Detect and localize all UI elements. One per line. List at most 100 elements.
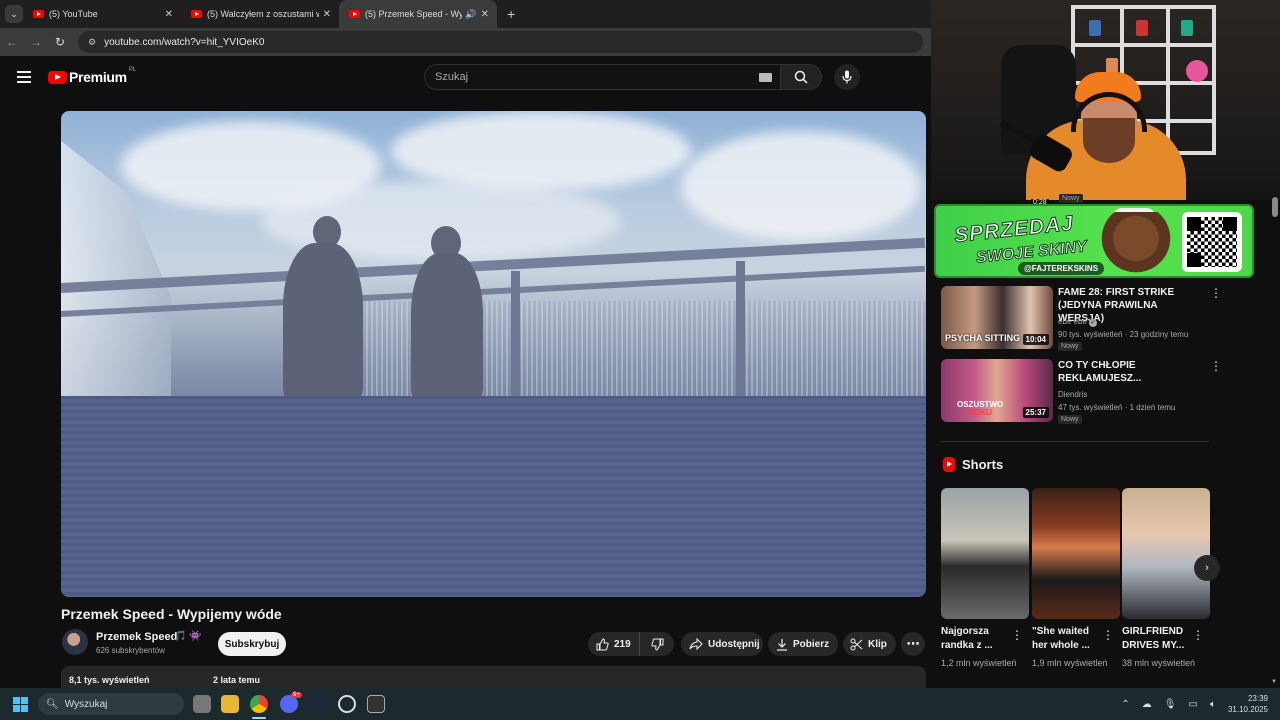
taskbar-search[interactable]: 🔍︎ Wyszukaj — [38, 693, 184, 715]
short-title[interactable]: "She waited her whole ... — [1032, 625, 1102, 653]
system-tray: ⌃ ☁ 🎙︎ ▭ 🔈︎ 23:39 31.10.2025 — [1121, 688, 1280, 720]
search-button[interactable] — [781, 64, 822, 90]
upload-date: 2 lata temu — [213, 675, 261, 685]
short-thumbnail[interactable] — [941, 488, 1029, 619]
video-title[interactable]: CO TY CHŁOPIE REKLAMUJESZ... — [1058, 359, 1198, 385]
system-clock[interactable]: 23:39 31.10.2025 — [1228, 693, 1280, 715]
taskbar-search-label: Wyszukaj — [64, 698, 108, 710]
page-scrollbar[interactable] — [1272, 197, 1278, 217]
sponsor-banner[interactable]: SPRZEDAJ SWOJE SKINY @FAJTEREKSKINS — [934, 204, 1254, 278]
railing-panel — [301, 301, 926, 396]
cloud — [391, 111, 691, 191]
windows-taskbar: 🔍︎ Wyszukaj 9+ ⌃ ☁ 🎙︎ ▭ 🔈︎ 23:39 31.10.2… — [0, 688, 1280, 720]
new-tab-icon[interactable]: + — [507, 6, 515, 22]
new-badge: Nowy — [1058, 415, 1082, 424]
chevron-up-icon[interactable]: ⌃ — [1121, 699, 1129, 710]
subscriber-count: 626 subskrybentów — [96, 646, 165, 655]
download-button[interactable]: Pobierz — [768, 632, 838, 656]
channel-name[interactable]: Diendris — [1058, 390, 1087, 399]
shorts-section-header: Shorts — [943, 457, 1003, 472]
close-icon[interactable]: ✕ — [165, 9, 173, 20]
shorts-next-button[interactable]: › — [1194, 555, 1220, 581]
volume-icon[interactable]: 🔈︎ — [1210, 699, 1216, 710]
microphone-icon[interactable]: 🎙︎ — [1164, 699, 1177, 710]
back-icon[interactable]: ← — [0, 35, 24, 49]
short-thumbnail[interactable] — [1122, 488, 1210, 619]
task-view-icon[interactable] — [193, 695, 211, 713]
browser-tab-bar: ⌄ (5) YouTube ✕ (5) Walczyłem z oszustam… — [0, 0, 931, 28]
figure-box — [1136, 20, 1148, 36]
keyboard-icon[interactable] — [759, 73, 772, 82]
short-card[interactable]: "She waited her whole ... ⋮ 1,9 mln wyśw… — [1032, 488, 1120, 670]
video-stats: 47 tys. wyświetleń · 1 dzień temu — [1058, 403, 1176, 412]
video-title: Przemek Speed - Wypijemy wóde — [61, 606, 282, 622]
short-title[interactable]: Najgorsza randka z ... — [941, 625, 1011, 653]
figure-box — [1181, 20, 1193, 36]
more-vertical-icon[interactable]: ⋮ — [1011, 628, 1023, 642]
youtube-premium-logo[interactable]: Premium PL — [48, 67, 136, 85]
like-dislike-group: 219 — [588, 632, 674, 656]
video-thumbnail[interactable]: PSYCHA SITTING 10:04 — [941, 286, 1053, 349]
more-vertical-icon[interactable]: ⋮ — [1192, 628, 1204, 642]
figure-box — [1186, 60, 1208, 82]
channel-avatar[interactable] — [62, 629, 88, 655]
short-title[interactable]: GIRLFRIEND DRIVES MY... — [1122, 625, 1192, 653]
forward-icon[interactable]: → — [24, 35, 48, 49]
recommended-video[interactable]: PSYCHA SITTING 10:04 FAME 28: FIRST STRI… — [941, 286, 1226, 351]
thumbnail-caption: PSYCHA SITTING — [945, 333, 1021, 343]
more-vertical-icon[interactable]: ⋮ — [1210, 360, 1222, 372]
short-thumbnail[interactable] — [1032, 488, 1120, 619]
short-views: 1,9 mln wyświetleń — [1032, 658, 1108, 668]
clip-label: Klip — [868, 638, 887, 650]
video-duration: 10:04 — [1022, 334, 1049, 345]
windows-start-icon[interactable] — [13, 697, 28, 712]
video-thumbnail[interactable]: OSZUSTWO ROKU 25:37 — [941, 359, 1053, 422]
video-player[interactable] — [61, 111, 926, 597]
file-explorer-icon[interactable] — [221, 695, 239, 713]
url-bar[interactable]: ⚙ youtube.com/watch?v=hit_YVIOeK0 — [78, 31, 923, 53]
figure-box — [1089, 20, 1101, 36]
youtube-favicon-icon — [191, 10, 202, 18]
search-icon: 🔍︎ — [46, 698, 59, 710]
dislike-button[interactable] — [640, 638, 674, 651]
chrome-icon[interactable] — [250, 695, 268, 713]
close-icon[interactable]: ✕ — [323, 9, 331, 20]
subscribe-button[interactable]: Subskrybuj — [218, 632, 286, 656]
cloud-icon[interactable]: ☁ — [1142, 699, 1152, 710]
display-icon[interactable]: ▭ — [1189, 699, 1198, 710]
channel-name[interactable]: Przemek Speed — [96, 631, 177, 643]
clip-button[interactable]: Klip — [843, 632, 896, 656]
more-vertical-icon[interactable]: ⋮ — [1210, 287, 1222, 299]
like-button[interactable]: 219 — [588, 632, 640, 656]
shorts-heading: Shorts — [962, 457, 1004, 472]
person-silhouette — [411, 253, 483, 403]
search-input[interactable]: Szukaj — [424, 64, 781, 90]
download-label: Pobierz — [793, 638, 830, 650]
audio-playing-icon[interactable]: 🔊 — [465, 9, 476, 20]
menu-icon[interactable] — [17, 71, 31, 83]
channel-name[interactable]: ebe ebe ✓ — [1058, 317, 1097, 327]
more-actions-button[interactable]: ⋯ — [901, 632, 925, 656]
scroll-down-icon[interactable]: ▼ — [1271, 679, 1277, 685]
more-vertical-icon[interactable]: ⋮ — [1102, 628, 1114, 642]
recommended-video[interactable]: OSZUSTWO ROKU 25:37 CO TY CHŁOPIE REKLAMU… — [941, 359, 1226, 424]
thumbnail-caption: OSZUSTWO ROKU — [957, 401, 1003, 417]
close-icon[interactable]: ✕ — [481, 9, 489, 20]
clock-time: 23:39 — [1247, 694, 1268, 703]
view-count: 8,1 tys. wyświetleń — [69, 675, 150, 685]
tab-title: (5) YouTube — [49, 9, 98, 19]
short-card[interactable]: GIRLFRIEND DRIVES MY... ⋮ 38 mln wyświet… — [1122, 488, 1210, 670]
reload-icon[interactable]: ↻ — [48, 35, 72, 49]
share-button[interactable]: Udostępnij — [681, 632, 763, 656]
app-icon[interactable] — [367, 695, 385, 713]
site-settings-icon[interactable]: ⚙ — [88, 37, 96, 48]
browser-tab-1[interactable]: (5) YouTube ✕ — [23, 0, 181, 28]
railing-post — [736, 261, 745, 396]
steam-icon[interactable] — [308, 695, 326, 713]
tab-search-button[interactable]: ⌄ — [5, 5, 23, 23]
obs-icon[interactable] — [338, 695, 356, 713]
voice-search-button[interactable] — [834, 64, 860, 90]
browser-tab-3[interactable]: (5) Przemek Speed - Wypije 🔊 ✕ — [339, 0, 497, 28]
browser-tab-2[interactable]: (5) Walczyłem z oszustami w Pe ✕ — [181, 0, 339, 28]
short-card[interactable]: Najgorsza randka z ... ⋮ 1,2 mln wyświet… — [941, 488, 1029, 670]
